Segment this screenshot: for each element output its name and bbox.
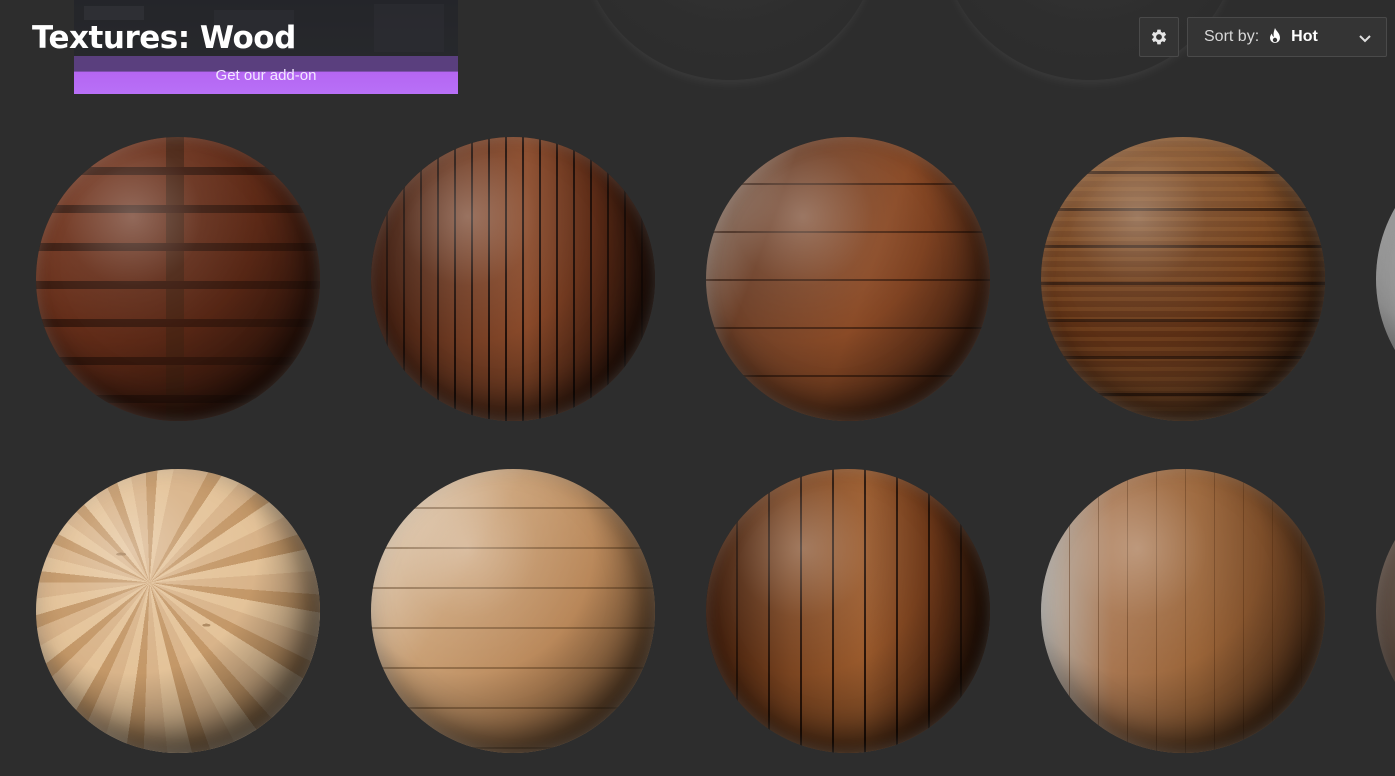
texture-tile-partial[interactable]: [1376, 137, 1395, 421]
background-sphere-ghost: [580, 0, 880, 80]
settings-button[interactable]: [1139, 17, 1179, 57]
texture-tile-worn-wood[interactable]: [706, 137, 990, 421]
texture-browser: Textures: Wood Get our add-on Sort by: H…: [0, 0, 1395, 776]
texture-tile-rough-wood-planks[interactable]: [1041, 137, 1325, 421]
get-addon-button[interactable]: Get our add-on: [74, 56, 458, 94]
chevron-down-icon: [1359, 35, 1371, 43]
texture-tile-partial[interactable]: [1376, 469, 1395, 753]
texture-tile-nailed-wood-planks[interactable]: [706, 469, 990, 753]
flame-icon: [1267, 28, 1283, 46]
sort-dropdown[interactable]: Sort by: Hot: [1187, 17, 1387, 57]
texture-tile-light-wood-floor[interactable]: [371, 469, 655, 753]
gear-icon: [1151, 29, 1167, 45]
texture-tile-wood-panels[interactable]: [36, 137, 320, 421]
texture-tile-osb-board[interactable]: [36, 469, 320, 753]
texture-tile-oak-floor[interactable]: [1041, 469, 1325, 753]
sort-value: Hot: [1291, 28, 1318, 45]
get-addon-label: Get our add-on: [215, 67, 317, 84]
texture-tile-wood-planks-vertical[interactable]: [371, 137, 655, 421]
sort-label: Sort by:: [1204, 28, 1260, 45]
page-title: Textures: Wood: [32, 20, 296, 56]
